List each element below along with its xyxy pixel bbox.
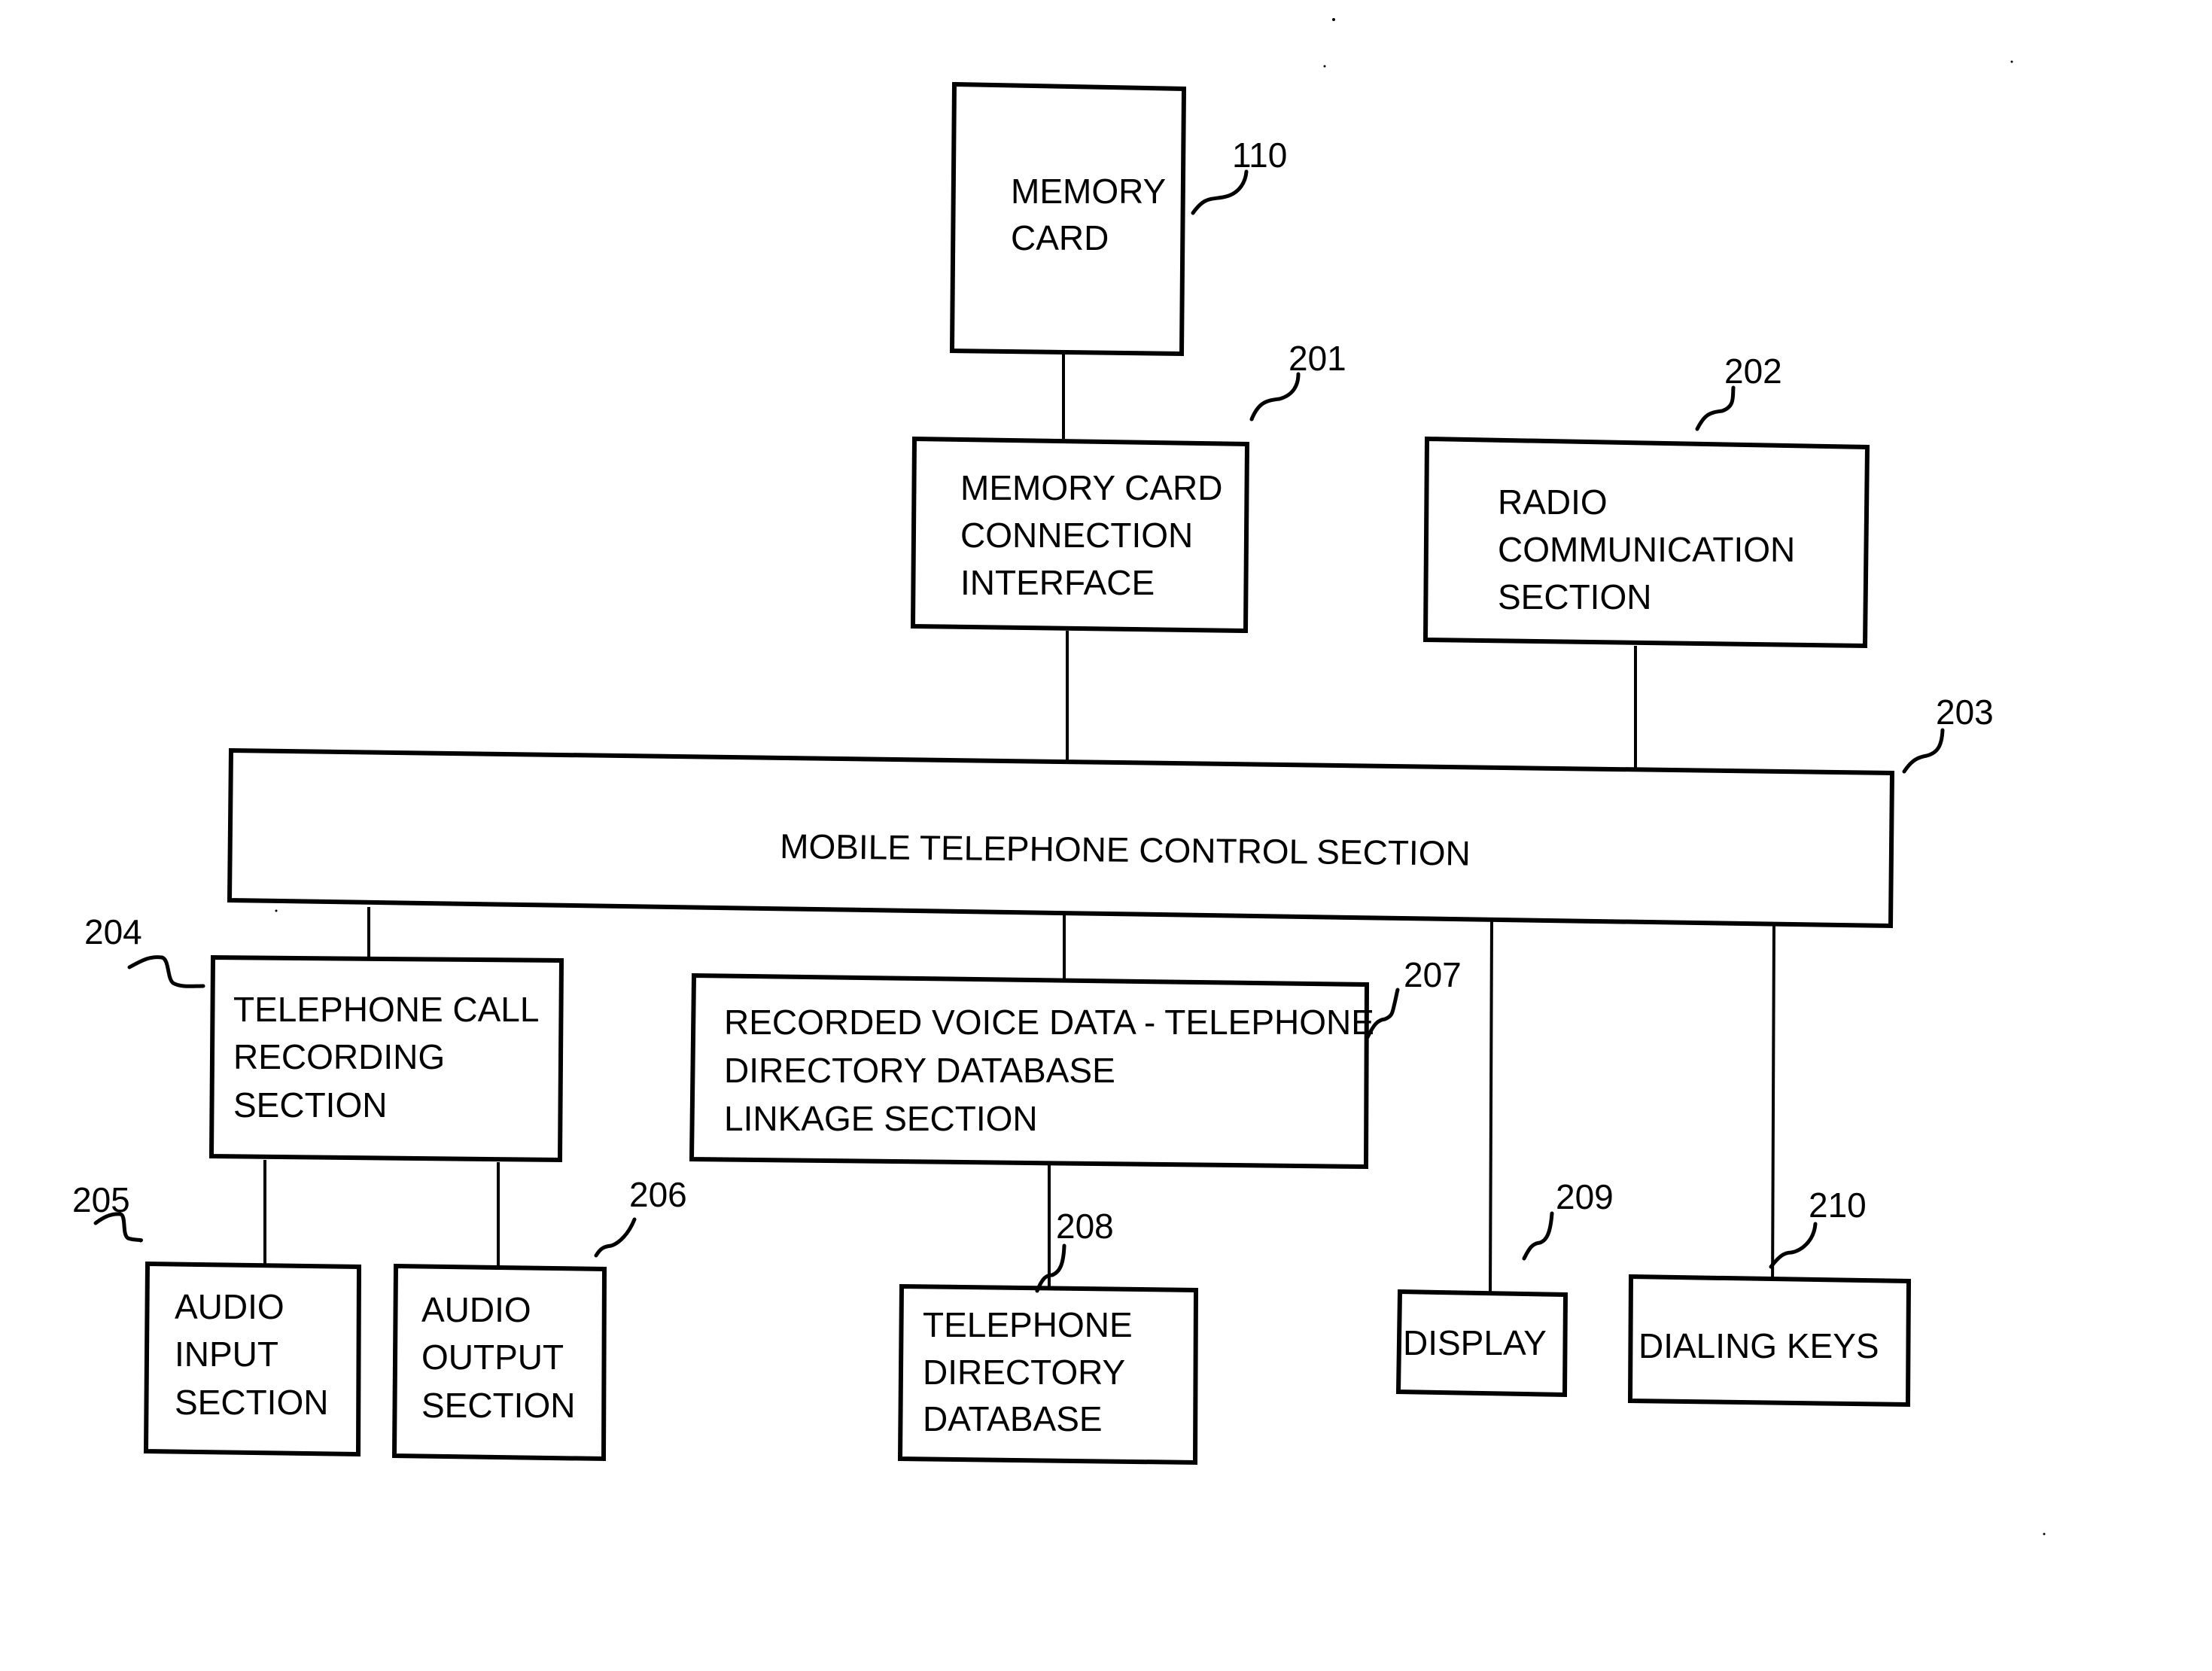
audio-input-label-line-1: AUDIO [175, 1287, 284, 1326]
block-audio-output: AUDIO OUTPUT SECTION 206 [391, 1175, 687, 1462]
block-audio-input: AUDIO INPUT SECTION 205 [72, 1180, 362, 1457]
control-label: MOBILE TELEPHONE CONTROL SECTION [780, 826, 1471, 873]
card-interface-leader [1249, 372, 1301, 422]
card-interface-ref-number: 201 [1289, 339, 1346, 378]
audio-input-label-line-2: INPUT [175, 1335, 278, 1374]
block-control: MOBILE TELEPHONE CONTROL SECTION 203 [227, 692, 1994, 929]
radio-label-line-2: COMMUNICATION [1498, 530, 1795, 569]
audio-output-ref-number: 206 [629, 1175, 687, 1214]
directory-db-ref-number: 208 [1056, 1207, 1114, 1246]
scan-speck [1323, 65, 1326, 68]
directory-db-label-line-1: TELEPHONE [923, 1305, 1133, 1344]
block-dialing-keys: DIALING KEYS 210 [1627, 1186, 1912, 1408]
scan-speck [2043, 1533, 2046, 1536]
control-leader [1902, 728, 1945, 774]
card-interface-label-line-1: MEMORY CARD [960, 468, 1222, 507]
linkage-label-line-1: RECORDED VOICE DATA - TELEPHONE [724, 1003, 1374, 1042]
memory-card-label-line-2: CARD [1011, 218, 1109, 257]
radio-ref-number: 202 [1724, 352, 1782, 391]
radio-label-line-1: RADIO [1498, 482, 1608, 522]
dialing-keys-ref-number: 210 [1809, 1186, 1867, 1225]
memory-card-label-line-1: MEMORY [1011, 172, 1166, 211]
block-call-recording: TELEPHONE CALL RECORDING SECTION 204 [84, 912, 564, 1163]
call-recording-label-line-3: SECTION [233, 1085, 387, 1125]
dialing-keys-label: DIALING KEYS [1638, 1326, 1879, 1365]
control-ref-number: 203 [1936, 692, 1994, 732]
audio-input-label-line-3: SECTION [175, 1383, 328, 1422]
block-linkage: RECORDED VOICE DATA - TELEPHONE DIRECTOR… [689, 955, 1462, 1170]
block-display: DISPLAY 209 [1395, 1177, 1614, 1398]
directory-db-label-line-3: DATABASE [923, 1399, 1103, 1438]
directory-db-label-line-2: DIRECTORY [923, 1353, 1125, 1392]
call-recording-label-line-1: TELEPHONE CALL [233, 990, 539, 1029]
audio-output-label-line-3: SECTION [421, 1386, 575, 1425]
scan-speck [1332, 18, 1335, 21]
radio-leader [1695, 385, 1736, 431]
audio-output-label-line-2: OUTPUT [421, 1338, 564, 1377]
wire-control-to-dialing-keys [1771, 924, 1775, 1295]
call-recording-leader [127, 955, 205, 988]
display-leader [1522, 1211, 1554, 1261]
display-label: DISPLAY [1403, 1323, 1547, 1362]
block-card-interface: MEMORY CARD CONNECTION INTERFACE 201 [910, 339, 1346, 634]
scan-speck [2010, 60, 2013, 63]
wire-control-to-display [1489, 919, 1493, 1293]
audio-input-ref-number: 205 [72, 1180, 130, 1219]
linkage-ref-number: 207 [1404, 955, 1462, 994]
display-ref-number: 209 [1556, 1177, 1614, 1216]
linkage-label-line-2: DIRECTORY DATABASE [724, 1051, 1115, 1090]
call-recording-label-line-2: RECORDING [233, 1037, 445, 1076]
block-radio: RADIO COMMUNICATION SECTION 202 [1422, 352, 1870, 649]
audio-output-label-line-1: AUDIO [421, 1290, 531, 1329]
card-interface-label-line-3: INTERFACE [960, 563, 1155, 602]
memory-card-ref-number: 110 [1232, 135, 1287, 175]
scan-speck [275, 909, 278, 912]
linkage-label-line-3: LINKAGE SECTION [724, 1099, 1038, 1138]
block-diagram: MEMORY CARD 110 MEMORY CARD CONNECTION I… [72, 18, 2046, 1536]
block-memory-card: MEMORY CARD 110 [949, 81, 1287, 357]
dialing-keys-leader [1769, 1222, 1818, 1269]
card-interface-label-line-2: CONNECTION [960, 516, 1193, 555]
audio-output-leader [594, 1217, 637, 1258]
memory-card-leader [1191, 169, 1249, 215]
radio-label-line-3: SECTION [1498, 577, 1651, 616]
call-recording-ref-number: 204 [84, 912, 142, 951]
